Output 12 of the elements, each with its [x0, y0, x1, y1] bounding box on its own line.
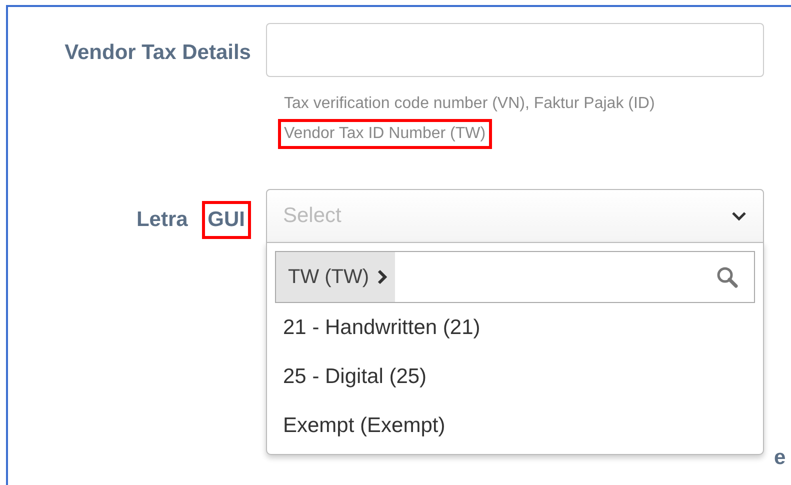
dropdown-option[interactable]: Exempt (Exempt)	[275, 401, 755, 450]
text-fragment: e	[774, 445, 786, 471]
field-label: Vendor Tax Details	[64, 40, 252, 66]
field-label: GUI	[202, 201, 251, 239]
text-input[interactable]	[266, 23, 764, 77]
chevron-down-icon	[731, 211, 747, 221]
help-text: Vendor Tax ID Number (TW)	[278, 119, 492, 149]
dropdown-option[interactable]: 25 - Digital (25)	[275, 352, 755, 401]
select-placeholder: Select	[283, 203, 342, 230]
field-label: Letra	[135, 207, 189, 233]
dropdown-option[interactable]: 21 - Handwritten (21)	[275, 303, 755, 352]
help-text: Tax verification code number (VN), Faktur Pajak (ID)	[283, 94, 656, 114]
